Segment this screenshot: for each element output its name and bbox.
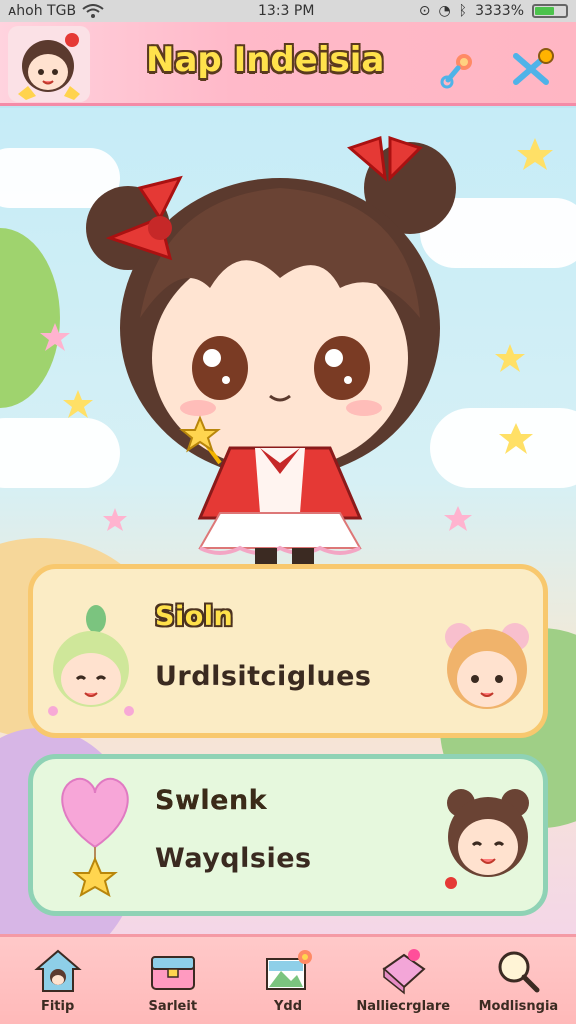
photo-icon xyxy=(266,950,312,990)
card-title: Swlenk xyxy=(155,785,268,816)
pacifier-icon[interactable] xyxy=(438,46,482,90)
character-card-2[interactable]: Swlenk Wayqlsies xyxy=(28,754,548,916)
bear-girl-character-icon xyxy=(445,623,529,709)
battery-percent: 3333% xyxy=(475,3,524,19)
nav-label: Nalliecrglare xyxy=(356,999,451,1014)
heart-balloon-icon xyxy=(61,777,129,898)
boy-character-icon xyxy=(48,605,134,716)
page-title: Nap Indeisia xyxy=(146,40,385,80)
avatar[interactable] xyxy=(8,26,90,102)
girl-avatar-icon xyxy=(18,33,80,100)
gift-icon xyxy=(382,949,426,995)
bluetooth-icon: ᛒ xyxy=(458,3,468,19)
status-time: 13:3 PM xyxy=(258,3,315,19)
bun-girl-character-icon xyxy=(445,789,529,889)
alarm-icon: ⊙ xyxy=(418,3,431,19)
wifi-icon xyxy=(82,4,104,18)
nav-item-search[interactable]: Modlisngia xyxy=(461,937,576,1024)
card-subtitle: Urdlsitciglues xyxy=(155,661,372,692)
nav-item-photo[interactable]: Ydd xyxy=(230,937,345,1024)
carrier-label: ᴀhoh TGB xyxy=(8,3,77,19)
app-header: Nap Indeisia xyxy=(0,22,576,106)
nav-item-chest[interactable]: Sarleit xyxy=(115,937,230,1024)
house-icon xyxy=(33,949,82,992)
magic-wand-icon[interactable] xyxy=(510,46,554,90)
chest-icon xyxy=(150,956,195,990)
nav-label: Ydd xyxy=(273,999,303,1014)
search-icon xyxy=(498,951,540,993)
card-title: Sioln xyxy=(155,601,234,632)
nav-label: Fitip xyxy=(40,999,75,1014)
character-card-1[interactable]: Sioln Urdlsitciglues xyxy=(28,564,548,738)
clock-icon: ◔ xyxy=(438,3,451,19)
nav-item-gift[interactable]: Nalliecrglare xyxy=(346,937,461,1024)
nav-label: Modlisngia xyxy=(478,999,559,1014)
chibi-girl-character[interactable] xyxy=(80,118,500,608)
nav-item-home[interactable]: Fitip xyxy=(0,937,115,1024)
status-bar: ᴀhoh TGB 13:3 PM ⊙ ◔ ᛒ 3333% xyxy=(0,0,576,22)
nav-label: Sarleit xyxy=(148,999,198,1014)
bottom-nav: Fitip Sarleit Ydd Nalliecrglare Modlisng… xyxy=(0,934,576,1024)
battery-icon xyxy=(532,4,568,18)
card-subtitle: Wayqlsies xyxy=(155,843,312,874)
